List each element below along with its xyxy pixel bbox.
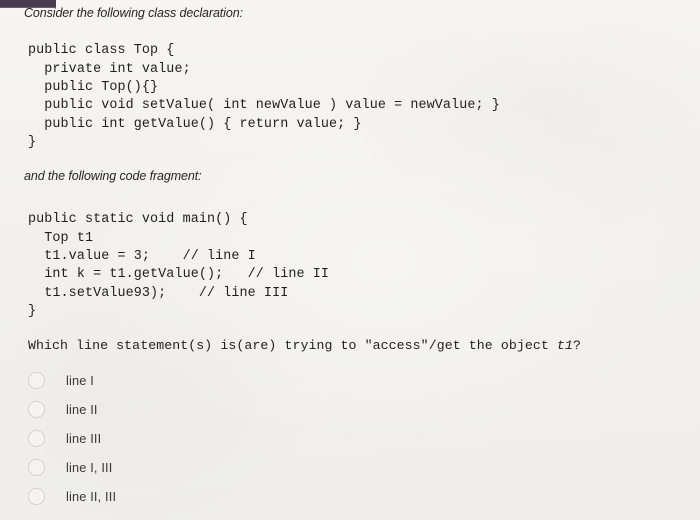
answer-option-4[interactable]: line I, III [28,453,358,482]
question-object-reference: t1 [556,338,573,353]
radio-button-icon[interactable] [28,372,45,389]
class-declaration-prompt: Consider the following class declaration… [24,6,243,20]
answer-option-label: line I, III [66,460,113,475]
answer-option-3[interactable]: line III [28,424,358,453]
class-declaration-code: public class Top { private int value; pu… [28,43,500,150]
cropped-ui-bar-fragment [0,0,56,8]
code-fragment-code: public static void main() { Top t1 t1.va… [28,212,330,319]
answer-option-label: line I [66,373,94,388]
code-fragment-prompt: and the following code fragment: [24,169,202,183]
radio-button-icon[interactable] [28,459,45,476]
answer-option-2[interactable]: line II [28,395,358,424]
answer-option-label: line II, III [66,489,117,504]
answer-option-label: line III [66,431,102,446]
radio-button-icon[interactable] [28,401,45,418]
answer-option-1[interactable]: line I [28,366,358,395]
question-prefix: Which line statement(s) is(are) trying t… [28,338,557,353]
answer-option-5[interactable]: line II, III [28,482,358,511]
radio-button-icon[interactable] [28,488,45,505]
question-suffix: ? [572,338,581,353]
question-text: Which line statement(s) is(are) trying t… [28,338,581,353]
radio-button-icon[interactable] [28,430,45,447]
answer-option-label: line II [66,402,98,417]
answer-options-list: line I line II line III line I, III line… [28,366,358,511]
